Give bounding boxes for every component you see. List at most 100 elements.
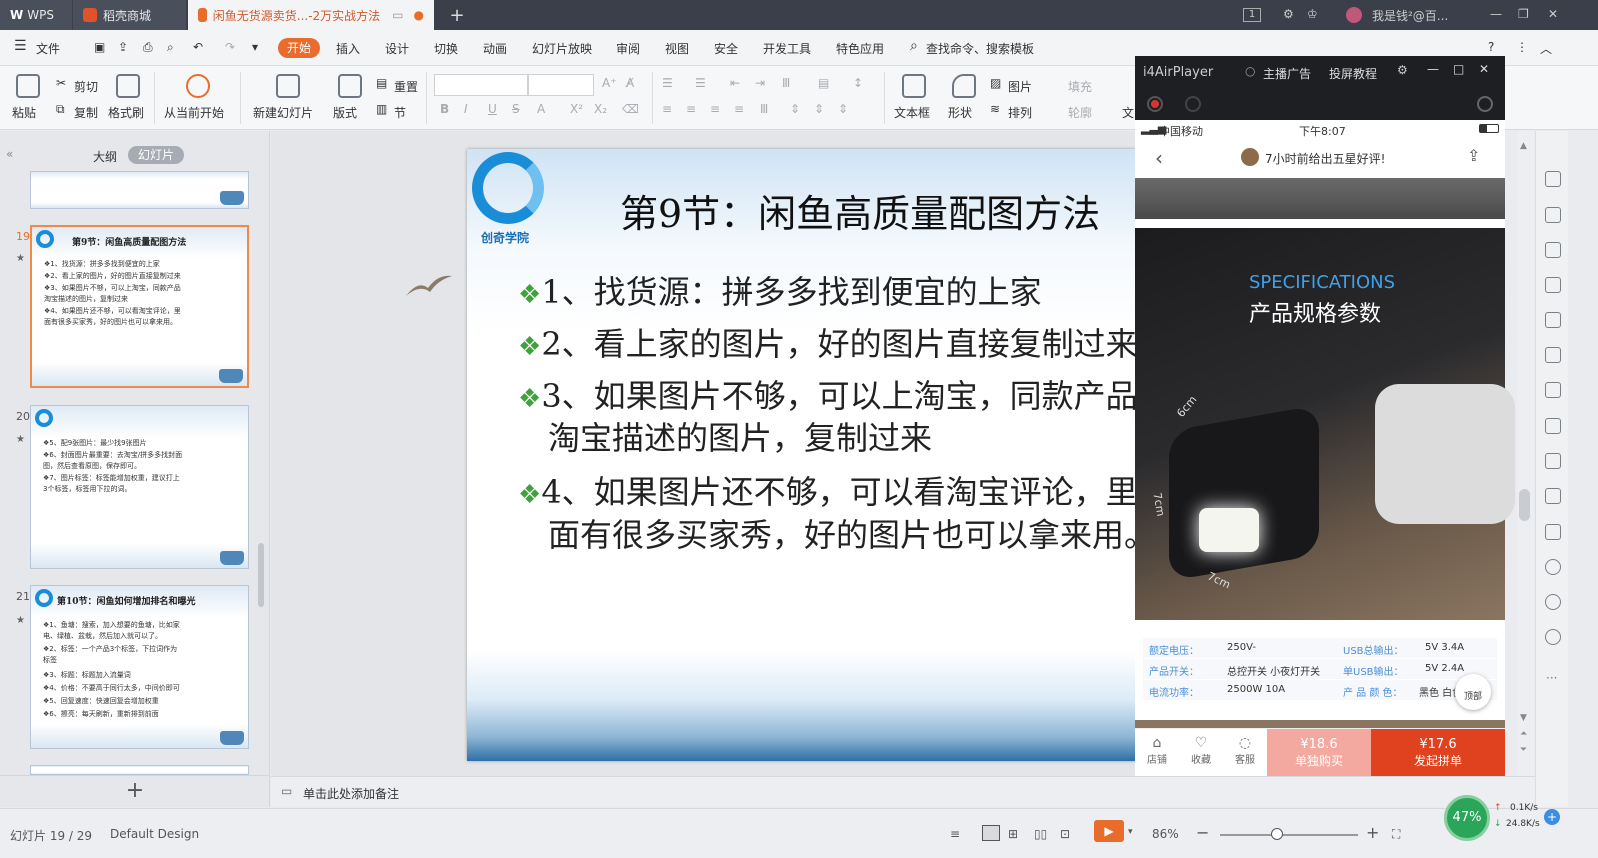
paste-button[interactable]: 粘贴 — [12, 104, 36, 121]
history-icon[interactable] — [1545, 594, 1561, 610]
textbox-icon[interactable] — [902, 74, 926, 98]
layout-button[interactable]: 版式 — [333, 104, 357, 121]
audio-icon[interactable] — [1545, 524, 1561, 540]
tab-store[interactable]: 稻壳商城 — [73, 0, 186, 30]
justify-icon[interactable]: ≡ — [734, 102, 744, 116]
align-center-icon[interactable]: ≡ — [686, 102, 696, 116]
pin-icon[interactable] — [1545, 171, 1561, 187]
screenshot-icon[interactable] — [1477, 96, 1493, 112]
next-slide-icon[interactable]: ⏷ — [1520, 745, 1527, 755]
fit-window-icon[interactable]: ⛶ — [1392, 827, 1400, 842]
select-icon[interactable] — [1545, 207, 1561, 223]
columns-icon[interactable]: ▤ — [818, 76, 829, 90]
tab-document[interactable]: 闲鱼无货源卖货...-2万实战方法 ▭ ● — [188, 0, 434, 30]
subscript-icon[interactable]: X₂ — [594, 102, 607, 116]
zoom-in-icon[interactable]: + — [1366, 823, 1379, 842]
bullet-3[interactable]: ❖3、如果图片不够，可以上淘宝，同款产品 — [518, 374, 1135, 421]
shop-button[interactable]: ⌂ 店铺 — [1143, 735, 1171, 766]
service-button[interactable]: ◌ 客服 — [1231, 735, 1259, 766]
from-current-button[interactable]: 从当前开始 — [164, 104, 224, 121]
zoom-level[interactable]: 86% — [1152, 827, 1179, 841]
vertical-align-icon[interactable]: ⇕ — [790, 102, 800, 116]
reset-button[interactable]: 重置 — [394, 78, 418, 95]
record-icon[interactable] — [1147, 96, 1163, 112]
notes-pane[interactable]: ▭ 单击此处添加备注 — [271, 776, 1535, 807]
shape-icon[interactable] — [952, 74, 976, 98]
avatar[interactable] — [1346, 7, 1362, 23]
more-tools-icon[interactable]: ··· — [1546, 671, 1557, 685]
tab-slides[interactable]: 幻灯片 — [128, 146, 184, 164]
menu-security[interactable]: 安全 — [714, 40, 738, 57]
indent-icon[interactable]: ⇤ — [730, 76, 740, 90]
underline-icon[interactable]: U — [488, 102, 497, 116]
back-to-top-button[interactable]: 顶部 — [1455, 674, 1491, 710]
bullet-3-cont[interactable]: 淘宝描述的图片，复制过来 — [548, 416, 1165, 460]
distribute-icon[interactable]: Ⅲ — [760, 102, 768, 116]
more-ribbon-button[interactable]: 文 — [1122, 104, 1134, 121]
superscript-icon[interactable]: X² — [570, 102, 583, 116]
image-icon[interactable] — [1545, 488, 1561, 504]
share-icon[interactable]: ⇪ — [1467, 146, 1480, 165]
preview-icon[interactable]: ⌕ — [167, 40, 174, 55]
favorite-button[interactable]: ♡ 收藏 — [1187, 735, 1215, 766]
thumbnail-scrollbar[interactable] — [258, 543, 264, 607]
tab-wps[interactable]: W WPS — [0, 0, 72, 30]
close-icon[interactable]: ✕ — [1548, 7, 1558, 21]
align-left-icon[interactable]: ≡ — [662, 102, 672, 116]
menu-start[interactable]: 开始 — [278, 38, 320, 58]
print-icon[interactable]: ⎙ — [143, 40, 153, 55]
fill-button[interactable]: 填充 — [1068, 78, 1092, 95]
play-slideshow-button[interactable]: ▶ — [1094, 820, 1124, 842]
gallery-icon[interactable] — [1545, 382, 1561, 398]
zoom-slider-thumb[interactable] — [1271, 828, 1283, 840]
slideshow-dropdown-icon[interactable]: ▾ — [1128, 827, 1133, 837]
bullet-4[interactable]: ❖4、如果图片还不够，可以看淘宝评论，里 — [518, 470, 1135, 517]
text-direction-icon[interactable]: Ⅲ — [782, 76, 790, 90]
minimize-icon[interactable]: — — [1490, 7, 1502, 21]
undo-icon[interactable]: ↶ — [193, 40, 203, 54]
menu-file[interactable]: 文件 — [36, 40, 60, 57]
paste-icon[interactable] — [16, 74, 40, 98]
numbered-list-icon[interactable]: ☰ — [695, 76, 706, 90]
collapse-panel-icon[interactable]: « — [6, 147, 13, 161]
help-icon[interactable]: ? — [1488, 40, 1494, 54]
share-icon[interactable] — [1545, 418, 1561, 434]
cut-button[interactable]: 剪切 — [74, 78, 98, 95]
grid-icon[interactable] — [1545, 312, 1561, 328]
presenter-view-icon[interactable]: ⊡ — [1060, 827, 1070, 841]
zoom-out-icon[interactable]: − — [1196, 823, 1209, 842]
bullet-list-icon[interactable]: ☰ — [662, 76, 673, 90]
settings-icon[interactable]: ⚙ — [1397, 63, 1408, 77]
theme-name[interactable]: Default Design — [110, 827, 199, 841]
grow-font-icon[interactable]: A⁺ — [602, 76, 617, 90]
fill-icon[interactable] — [1545, 277, 1561, 293]
smartart-icon[interactable]: ⇕ — [838, 102, 848, 116]
clear-format-icon[interactable]: A̸ — [626, 76, 634, 90]
notes-placeholder[interactable]: 单击此处添加备注 — [303, 785, 399, 802]
menu-insert[interactable]: 插入 — [336, 40, 360, 57]
section-button[interactable]: 节 — [394, 104, 406, 121]
new-slide-button[interactable]: 新建幻灯片 — [253, 104, 313, 121]
more-icon[interactable]: ⋮ — [1516, 40, 1528, 54]
new-slide-icon[interactable] — [276, 74, 300, 98]
reading-view-icon[interactable]: ▯▯ — [1034, 827, 1047, 841]
slide-thumbnail[interactable] — [30, 171, 249, 209]
layout-panel-icon[interactable] — [1545, 453, 1561, 469]
line-spacing-icon[interactable]: ↕ — [853, 76, 863, 90]
font-color-icon[interactable]: A — [537, 102, 545, 116]
notes-toggle-icon[interactable]: ≡ — [950, 827, 960, 841]
slide-thumbnail[interactable] — [30, 765, 249, 775]
play-icon[interactable] — [1185, 96, 1201, 112]
outdent-icon[interactable]: ⇥ — [755, 76, 765, 90]
tutorial-link[interactable]: 投屏教程 — [1329, 65, 1377, 82]
shirt-icon[interactable]: ♔ — [1307, 7, 1318, 21]
add-slide-button[interactable]: + — [0, 775, 270, 807]
group-buy-button[interactable]: ¥17.6 发起拼单 — [1371, 729, 1505, 777]
hamburger-icon[interactable]: ☰ — [14, 38, 27, 54]
menu-transition[interactable]: 切换 — [434, 40, 458, 57]
menu-review[interactable]: 审阅 — [616, 40, 640, 57]
restore-icon[interactable]: ❐ — [1518, 7, 1529, 21]
customize-icon[interactable]: ▾ — [252, 40, 258, 54]
menu-developer[interactable]: 开发工具 — [763, 40, 811, 57]
user-name[interactable]: 我是钱²@百... — [1372, 7, 1448, 24]
